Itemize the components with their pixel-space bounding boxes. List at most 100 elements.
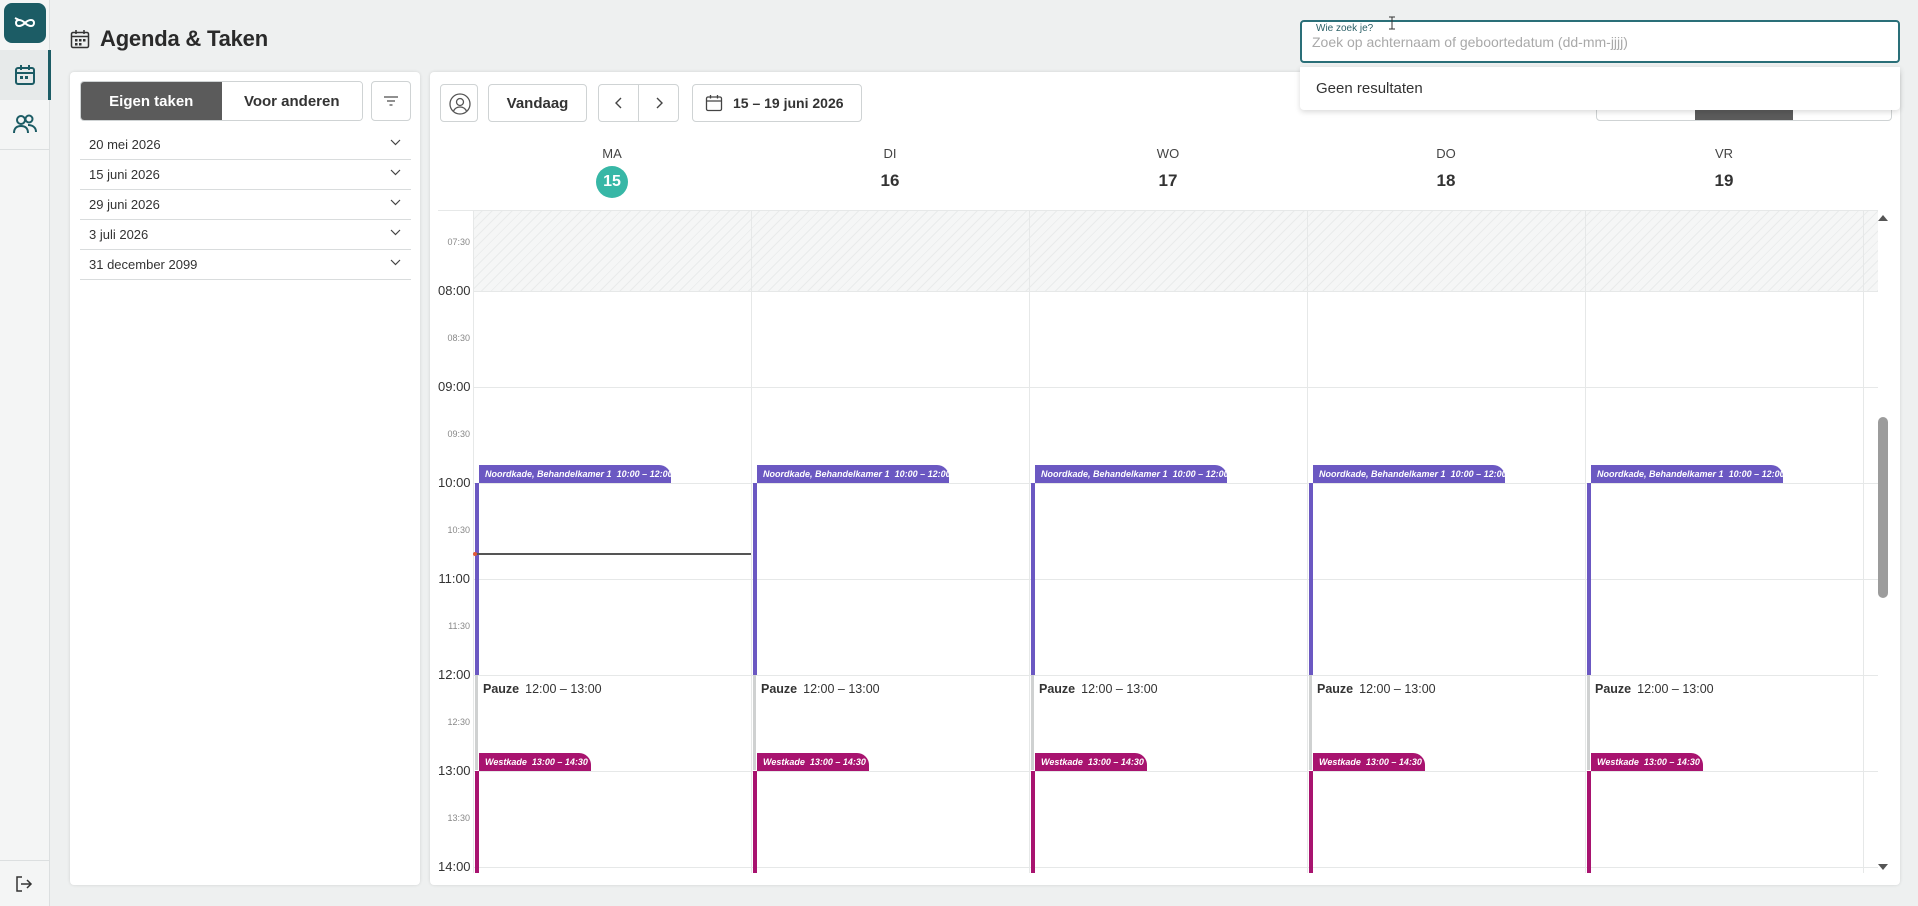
calendar-icon (15, 65, 35, 85)
task-group-label: 15 juni 2026 (89, 167, 160, 182)
task-group-label: 31 december 2099 (89, 257, 198, 272)
event-time: 13:00 – 14:30 (1365, 757, 1422, 767)
event-bar[interactable] (753, 771, 757, 873)
event-westkade[interactable]: Westkade 13:00 – 14:30 (757, 753, 869, 771)
event-bar[interactable] (1031, 771, 1035, 873)
day-number: 16 (880, 171, 900, 190)
hour-line (473, 291, 1878, 292)
event-bar[interactable] (475, 771, 479, 873)
event-noordkade[interactable]: Noordkade, Behandelkamer 1 10:00 – 12:00 (1591, 465, 1785, 483)
time-label: 13:30 (447, 813, 470, 823)
event-bar[interactable] (1587, 483, 1591, 675)
hour-line (473, 579, 1878, 580)
time-label: 08:30 (447, 333, 470, 343)
pause-block[interactable]: Pauze 12:00 – 13:00 (761, 682, 880, 696)
day-header[interactable]: WO 17 (1029, 146, 1307, 206)
time-label: 12:30 (447, 717, 470, 727)
time-label: 08:00 (438, 283, 471, 298)
day-abbr: VR (1714, 146, 1734, 161)
task-group-row[interactable]: 3 juli 2026 (80, 220, 411, 250)
pause-time: 12:00 – 13:00 (803, 682, 880, 696)
event-noordkade[interactable]: Noordkade, Behandelkamer 1 10:00 – 12:00 (1035, 465, 1229, 483)
event-bar[interactable] (1587, 771, 1591, 873)
scroll-up-icon[interactable] (1877, 213, 1889, 223)
nav-clients[interactable] (0, 100, 50, 150)
task-group-row[interactable]: 31 december 2099 (80, 250, 411, 280)
scrollbar-thumb[interactable] (1878, 417, 1888, 598)
day-number: 15 (596, 166, 628, 198)
event-time: 10:00 – 12:00 (1728, 469, 1785, 479)
day-column-line (1863, 211, 1864, 873)
scroll-down-icon[interactable] (1877, 862, 1889, 872)
tab-voor-anderen[interactable]: Voor anderen (221, 82, 362, 120)
date-range-picker[interactable]: 15 – 19 juni 2026 (692, 84, 862, 122)
task-group-label: 3 juli 2026 (89, 227, 149, 242)
task-group-label: 20 mei 2026 (89, 137, 161, 152)
previous-week-button[interactable] (598, 84, 639, 122)
event-bar[interactable] (1309, 483, 1313, 675)
tab-eigen-taken[interactable]: Eigen taken (81, 82, 222, 120)
logout-button[interactable] (14, 874, 34, 899)
page-header: Agenda & Taken (70, 24, 268, 54)
day-header[interactable]: DI 16 (751, 146, 1029, 206)
task-group-row[interactable]: 15 juni 2026 (80, 160, 411, 190)
event-bar[interactable] (475, 483, 479, 675)
event-noordkade[interactable]: Noordkade, Behandelkamer 1 10:00 – 12:00 (1313, 465, 1507, 483)
event-westkade[interactable]: Westkade 13:00 – 14:30 (479, 753, 591, 771)
pause-block[interactable]: Pauze 12:00 – 13:00 (1039, 682, 1158, 696)
day-number: 17 (1158, 171, 1178, 190)
chevron-down-icon (390, 259, 401, 266)
day-header[interactable]: DO 18 (1307, 146, 1585, 206)
event-noordkade[interactable]: Noordkade, Behandelkamer 1 10:00 – 12:00 (479, 465, 673, 483)
time-label: 13:00 (438, 763, 471, 778)
search-input[interactable] (1312, 24, 1882, 59)
today-button[interactable]: Vandaag (488, 84, 587, 122)
pause-time: 12:00 – 13:00 (1359, 682, 1436, 696)
time-label: 12:00 (438, 667, 471, 682)
text-cursor-icon (1389, 16, 1395, 30)
day-header[interactable]: VR 19 (1585, 146, 1863, 206)
pause-bar (753, 675, 756, 770)
event-westkade[interactable]: Westkade 13:00 – 14:30 (1035, 753, 1147, 771)
pause-label: Pauze (1595, 682, 1632, 696)
event-location: Westkade (1319, 757, 1361, 767)
next-week-button[interactable] (638, 84, 679, 122)
day-column-line (751, 211, 752, 873)
day-abbr: MA (602, 146, 622, 161)
time-label: 09:00 (438, 379, 471, 394)
nav-agenda[interactable] (0, 50, 51, 100)
chevron-left-icon (614, 97, 621, 109)
pause-bar (1309, 675, 1312, 770)
pause-block[interactable]: Pauze 12:00 – 13:00 (1595, 682, 1714, 696)
task-group-row[interactable]: 20 mei 2026 (80, 130, 411, 160)
day-number: 19 (1714, 171, 1734, 190)
event-time: 10:00 – 12:00 (1172, 469, 1229, 479)
event-bar[interactable] (1031, 483, 1035, 675)
search-label: Wie zoek je? (1312, 22, 1378, 35)
calendar-icon (70, 30, 90, 49)
task-group-row[interactable]: 29 juni 2026 (80, 190, 411, 220)
hour-line (473, 771, 1878, 772)
filter-button[interactable] (371, 81, 411, 121)
pause-label: Pauze (761, 682, 798, 696)
event-noordkade[interactable]: Noordkade, Behandelkamer 1 10:00 – 12:00 (757, 465, 951, 483)
event-westkade[interactable]: Westkade 13:00 – 14:30 (1591, 753, 1703, 771)
event-bar[interactable] (1309, 771, 1313, 873)
event-westkade[interactable]: Westkade 13:00 – 14:30 (1313, 753, 1425, 771)
event-location: Noordkade, Behandelkamer 1 (1041, 469, 1168, 479)
calendar-panel: Vandaag 15 – 19 juni 2026 MA 15 DI 16 WO 17 DO… (430, 72, 1900, 885)
event-location: Noordkade, Behandelkamer 1 (1597, 469, 1724, 479)
pause-block[interactable]: Pauze 12:00 – 13:00 (483, 682, 602, 696)
event-bar[interactable] (753, 483, 757, 675)
calendar-grid[interactable]: 07:30 08:00 08:30 09:00 09:30 10:00 10:30 11:00… (438, 210, 1878, 873)
pause-bar (1587, 675, 1590, 770)
unavailable-hours (473, 211, 1878, 291)
user-filter-button[interactable] (440, 84, 478, 122)
calendar-icon (705, 95, 723, 112)
time-label: 10:30 (447, 525, 470, 535)
pause-block[interactable]: Pauze 12:00 – 13:00 (1317, 682, 1436, 696)
time-label: 14:00 (438, 859, 471, 873)
app-logo[interactable] (4, 3, 46, 43)
day-header[interactable]: MA 15 (473, 146, 751, 206)
task-group-list: 20 mei 2026 15 juni 2026 29 juni 2026 3 jul… (80, 130, 411, 280)
